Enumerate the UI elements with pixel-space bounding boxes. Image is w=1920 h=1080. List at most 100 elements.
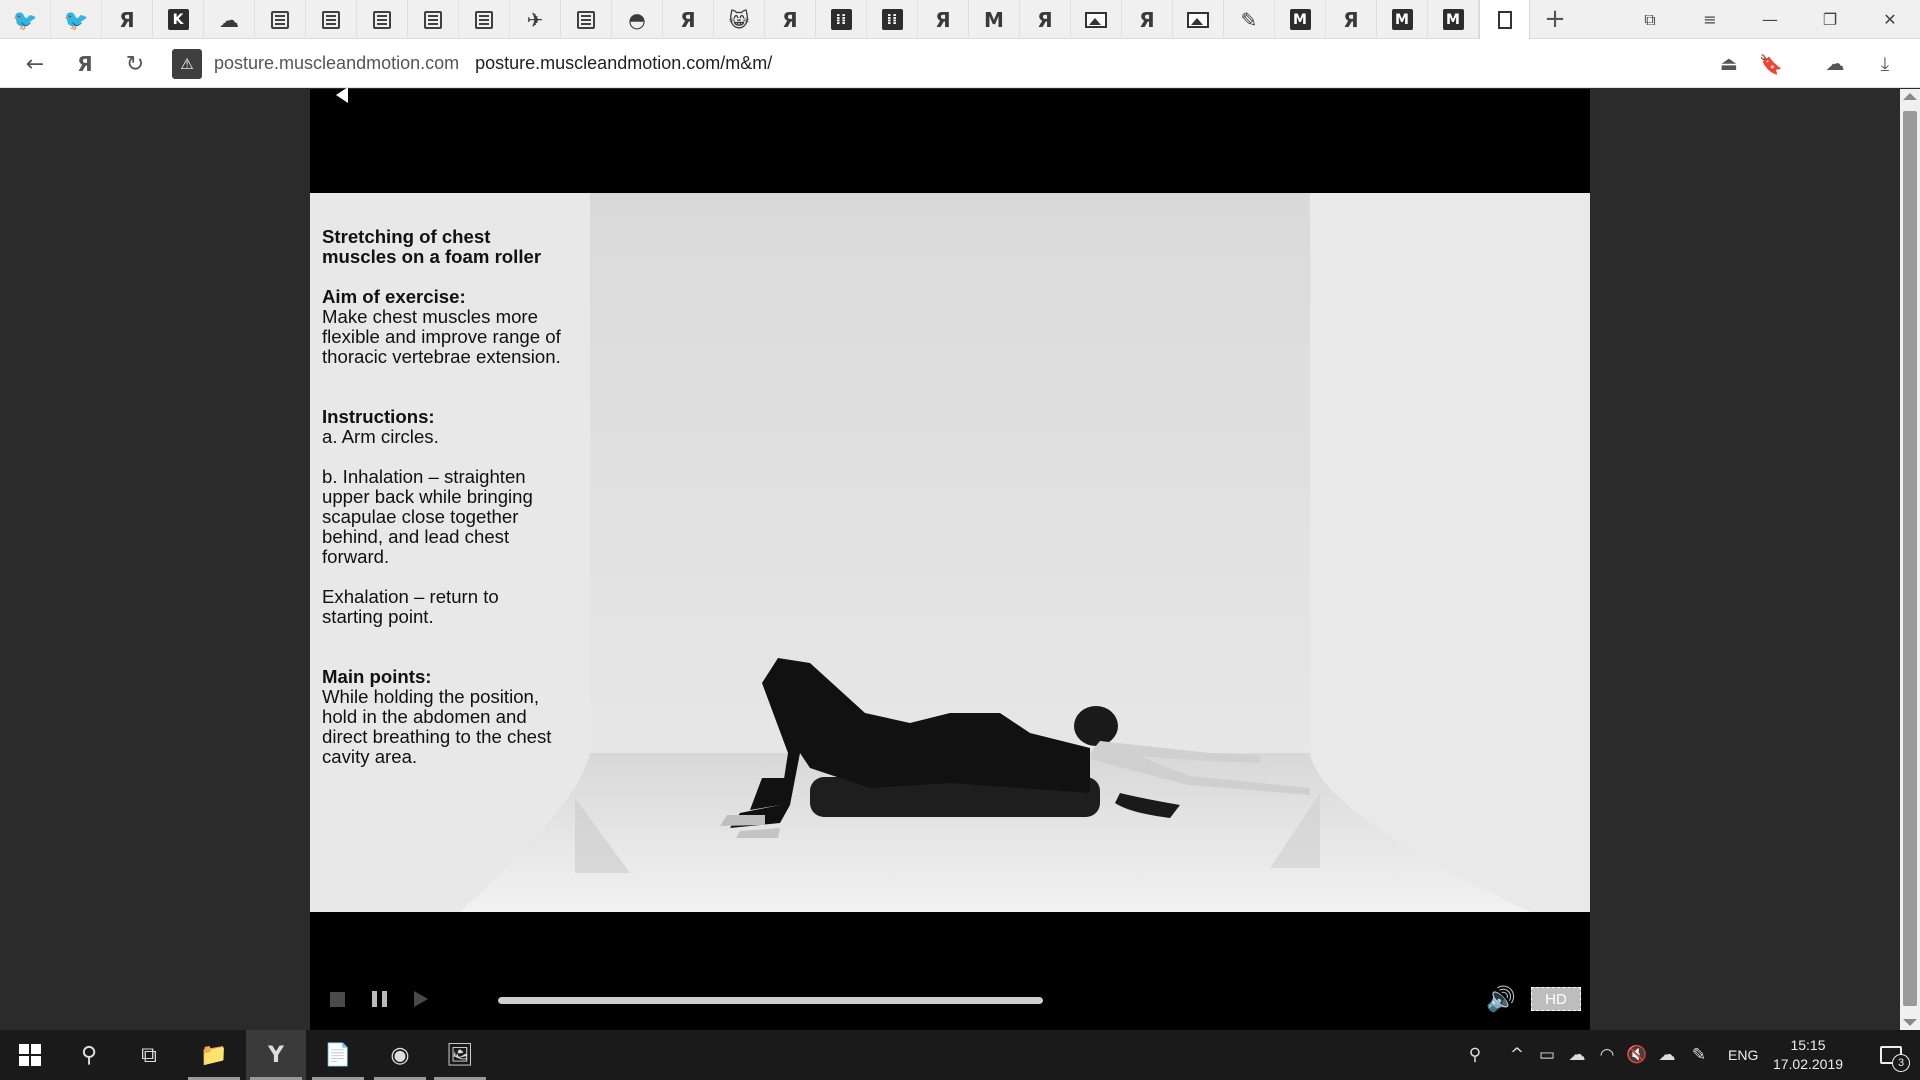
- browser-tab[interactable]: ◓: [612, 0, 663, 39]
- browser-tab[interactable]: K: [153, 0, 204, 39]
- notification-count: 3: [1892, 1054, 1910, 1072]
- scroll-thumb[interactable]: [1903, 111, 1917, 1006]
- browser-tab[interactable]: 🐦: [51, 0, 102, 39]
- pause-button[interactable]: [368, 981, 390, 1017]
- browser-tab[interactable]: Я: [765, 0, 816, 39]
- minimize-button[interactable]: —: [1740, 0, 1800, 39]
- menu-button[interactable]: ≡: [1680, 0, 1740, 39]
- document-icon: [322, 10, 340, 29]
- browser-tab-strip: 🐦 🐦 Я K ☁ ✈ ◓ Я 😸 Я ⁞⁞ ⁞⁞ Я M Я Я ✎ M Я M M + ⧉ ≡ — ❐ ✕: [0, 0, 1920, 40]
- browser-tab[interactable]: [459, 0, 510, 39]
- clock-time: 15:15: [1790, 1037, 1826, 1053]
- bookmarks-panel-button[interactable]: ⧉: [1620, 0, 1680, 39]
- browser-tab[interactable]: ✈: [510, 0, 561, 39]
- play-button[interactable]: [410, 981, 432, 1017]
- browser-tab[interactable]: [357, 0, 408, 39]
- close-button[interactable]: ✕: [1860, 0, 1920, 39]
- firefox-icon: ◉: [390, 1042, 410, 1068]
- feather-icon: ✎: [1240, 7, 1258, 32]
- taskbar-file-explorer[interactable]: 📁: [184, 1030, 244, 1080]
- browser-tab[interactable]: 🐦: [0, 0, 51, 39]
- url-field[interactable]: ⚠ posture.muscleandmotion.com posture.mu…: [172, 45, 1802, 82]
- browser-tab[interactable]: Я: [1326, 0, 1377, 39]
- aim-text: Make chest muscles more flexible and imp…: [322, 306, 561, 367]
- progress-bar[interactable]: [498, 997, 1043, 1004]
- search-button[interactable]: ⚲: [64, 1030, 114, 1080]
- onedrive-icon[interactable]: ☁: [1564, 1030, 1590, 1080]
- browser-tab[interactable]: [1071, 0, 1122, 39]
- stop-button[interactable]: [326, 981, 348, 1017]
- people-icon[interactable]: ⚲: [1460, 1030, 1490, 1080]
- extension-icon[interactable]: ☁: [1822, 51, 1848, 77]
- browser-tab[interactable]: ☁: [204, 0, 255, 39]
- file-explorer-icon: 📁: [200, 1042, 228, 1068]
- taskbar-media-player[interactable]: 🖼: [430, 1030, 490, 1080]
- muted-volume-icon[interactable]: 🔇: [1624, 1030, 1650, 1080]
- back-arrow-icon[interactable]: [336, 87, 348, 103]
- volume-button[interactable]: 🔊: [1486, 981, 1516, 1017]
- stop-icon: [329, 991, 345, 1007]
- wifi-icon[interactable]: ◠: [1594, 1030, 1620, 1080]
- windows-logo-icon: [19, 1044, 41, 1066]
- video-player[interactable]: Stretching of chest muscles on a foam ro…: [310, 87, 1590, 1030]
- insecure-connection-icon[interactable]: ⚠: [172, 48, 202, 79]
- browser-tab[interactable]: Я: [918, 0, 969, 39]
- browser-tab[interactable]: [306, 0, 357, 39]
- restore-button[interactable]: ❐: [1800, 0, 1860, 39]
- browser-tab[interactable]: [1173, 0, 1224, 39]
- show-hidden-icons-button[interactable]: ^: [1504, 1030, 1530, 1080]
- battery-icon[interactable]: ▭: [1534, 1030, 1560, 1080]
- browser-tab[interactable]: 😸: [714, 0, 765, 39]
- yandex-icon: Я: [1343, 7, 1359, 32]
- taskbar-yandex-browser[interactable]: Y: [246, 1030, 306, 1080]
- url-path[interactable]: posture.muscleandmotion.com/m&m/: [475, 53, 772, 74]
- system-clock[interactable]: 15:15 17.02.2019: [1763, 1036, 1853, 1074]
- page-scrollbar[interactable]: [1900, 89, 1920, 1030]
- browser-tab[interactable]: ✎: [1224, 0, 1275, 39]
- browser-tab[interactable]: [1479, 0, 1530, 40]
- instruction-c: Exhalation – return to starting point.: [322, 586, 499, 627]
- yandex-home-button[interactable]: Я: [68, 47, 102, 81]
- reload-icon: ↻: [125, 51, 145, 77]
- back-button[interactable]: ←: [18, 47, 52, 81]
- browser-tab[interactable]: ⁞⁞: [816, 0, 867, 39]
- browser-tab[interactable]: Я: [102, 0, 153, 39]
- browser-tab[interactable]: ⁞⁞: [867, 0, 918, 39]
- turbo-icon[interactable]: ⏏: [1716, 51, 1742, 77]
- browser-tab[interactable]: M: [1275, 0, 1326, 39]
- pen-icon[interactable]: ✎: [1686, 1030, 1712, 1080]
- dots-box-icon: ⁞⁞: [830, 9, 852, 30]
- scroll-down-arrow-icon[interactable]: [1903, 1019, 1917, 1026]
- yandex-icon: Я: [119, 7, 135, 32]
- bookmark-icon[interactable]: 🔖: [1758, 51, 1784, 77]
- browser-tab[interactable]: Я: [1122, 0, 1173, 39]
- clock-date: 17.02.2019: [1772, 1056, 1844, 1072]
- browser-tab[interactable]: Я: [1020, 0, 1071, 39]
- yandex-icon: Я: [680, 7, 696, 32]
- taskbar-notepad[interactable]: 📄: [308, 1030, 368, 1080]
- input-language[interactable]: ENG: [1728, 1030, 1758, 1080]
- new-tab-button[interactable]: +: [1540, 4, 1570, 34]
- browser-tab[interactable]: [255, 0, 306, 39]
- browser-tab[interactable]: Я: [663, 0, 714, 39]
- browser-tab[interactable]: M: [969, 0, 1020, 39]
- start-button[interactable]: [5, 1030, 55, 1080]
- browser-tab[interactable]: M: [1428, 0, 1479, 39]
- action-center-button[interactable]: 3: [1866, 1030, 1916, 1080]
- browser-tab[interactable]: [408, 0, 459, 39]
- swirl-icon: ◓: [628, 7, 646, 32]
- hd-toggle[interactable]: HD: [1530, 981, 1582, 1017]
- reload-button[interactable]: ↻: [118, 47, 152, 81]
- aim-heading: Aim of exercise:: [322, 286, 466, 307]
- browser-tab[interactable]: [561, 0, 612, 39]
- cat-icon: 😸: [728, 7, 750, 32]
- task-view-button[interactable]: ⧉: [124, 1030, 174, 1080]
- instruction-a: a. Arm circles.: [322, 426, 439, 447]
- scroll-up-arrow-icon[interactable]: [1903, 93, 1917, 100]
- hd-label: HD: [1531, 987, 1581, 1011]
- download-icon[interactable]: ⤓: [1872, 51, 1898, 77]
- head: [1074, 706, 1118, 746]
- cloud-sync-icon[interactable]: ☁: [1654, 1030, 1680, 1080]
- browser-tab[interactable]: M: [1377, 0, 1428, 39]
- taskbar-firefox[interactable]: ◉: [370, 1030, 430, 1080]
